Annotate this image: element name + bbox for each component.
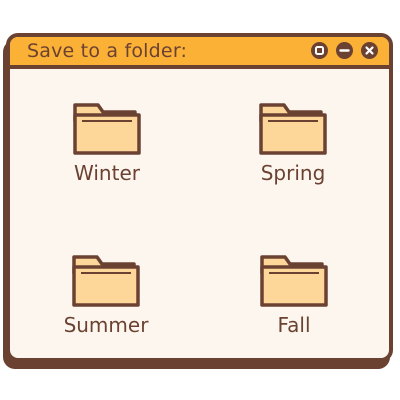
folder-label: Summer bbox=[63, 313, 149, 337]
close-icon bbox=[365, 46, 374, 55]
folder-icon bbox=[72, 255, 140, 307]
maximize-icon bbox=[315, 46, 324, 55]
window-controls bbox=[311, 42, 378, 59]
folder-label: Fall bbox=[277, 313, 311, 337]
title-bar[interactable]: Save to a folder: bbox=[10, 37, 389, 69]
folder-fall[interactable]: Fall bbox=[229, 253, 359, 337]
close-button[interactable] bbox=[361, 42, 378, 59]
maximize-button[interactable] bbox=[311, 42, 328, 59]
folder-icon bbox=[260, 255, 328, 307]
minimize-button[interactable] bbox=[336, 42, 353, 59]
folder-winter[interactable]: Winter bbox=[42, 101, 172, 185]
minimize-icon bbox=[339, 49, 350, 52]
dialog-title: Save to a folder: bbox=[27, 40, 188, 62]
folder-label: Spring bbox=[260, 161, 326, 185]
folder-icon bbox=[259, 103, 327, 155]
folder-icon bbox=[73, 103, 141, 155]
folder-summer[interactable]: Summer bbox=[41, 253, 171, 337]
folder-spring[interactable]: Spring bbox=[228, 101, 358, 185]
folder-label: Winter bbox=[74, 161, 140, 185]
save-dialog: Save to a folder: Winter Spring Summer F… bbox=[6, 33, 393, 362]
